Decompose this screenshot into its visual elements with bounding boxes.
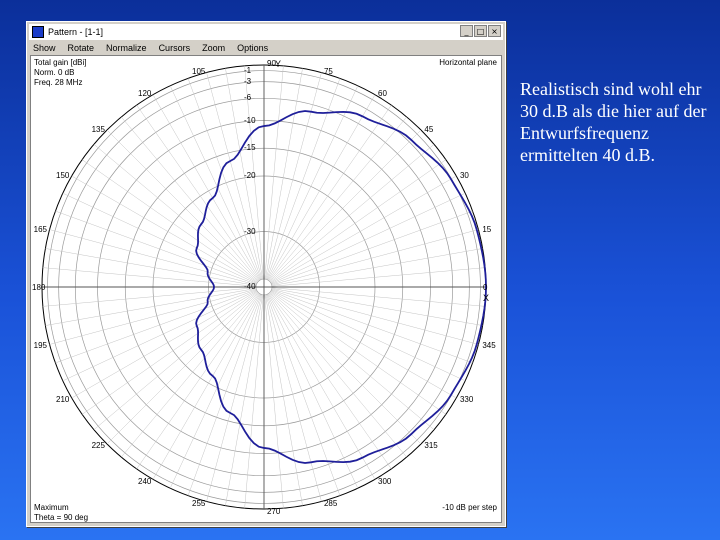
angle-label-180: 180 [32,283,46,292]
grid-spoke [269,292,422,445]
grid-spoke [42,287,257,307]
angle-label-45: 45 [424,124,434,134]
grid-spoke [271,287,486,307]
angle-label-285: 285 [323,499,338,509]
footer-db-step: -10 dB per step [442,503,497,512]
db-label: -10 [244,115,256,125]
info-gain: Total gain [dBi] [34,58,87,67]
angle-label-300: 300 [378,476,392,486]
grid-spoke [267,294,359,489]
window-controls: _ □ × [460,25,501,37]
angle-label-0: 0 [483,283,488,292]
app-icon [32,26,44,38]
pattern-window: Pattern - [1-1] _ □ × Show Rotate Normal… [26,21,506,527]
angle-label-315: 315 [424,441,438,451]
menu-show[interactable]: Show [33,43,56,53]
y-axis-label: Y [275,59,282,69]
grid-spoke [82,159,258,283]
grid-spoke [62,290,257,382]
angle-label-165: 165 [33,225,47,235]
grid-spoke [270,159,446,283]
db-label: -30 [244,226,256,236]
angle-label-120: 120 [138,89,152,98]
angle-label-270: 270 [267,507,281,516]
db-label: -20 [244,171,256,180]
grid-spoke [271,290,466,382]
polar-grid [41,64,487,510]
grid-spoke [271,229,479,286]
grid-spoke [206,294,263,502]
window-title: Pattern - [1-1] [48,27,104,37]
db-label: -3 [244,76,252,86]
angle-label-330: 330 [459,395,474,404]
menu-zoom[interactable]: Zoom [202,43,225,53]
grid-spoke [264,294,284,509]
angle-label-150: 150 [56,171,70,180]
polar-plot-area[interactable]: 90 75 60 45 30 15 0 345 330 315 300 285 270 255 240 225… [30,55,502,523]
grid-spoke [269,129,422,282]
minimize-button[interactable]: _ [460,25,473,37]
angle-label-75: 75 [323,66,333,76]
info-norm: Norm. 0 dB [34,68,75,77]
grid-spoke [265,72,322,280]
grid-spoke [270,291,446,415]
info-freq: Freq. 28 MHz [34,78,83,87]
angle-label-135: 135 [91,124,105,134]
grid-spoke [271,288,479,345]
angle-label-255: 255 [192,499,206,509]
grid-spoke [136,293,260,469]
grid-spoke [169,294,261,489]
angle-label-240: 240 [138,476,152,486]
db-label: -1 [244,65,252,75]
plane-label: Horizontal plane [439,58,497,67]
window-titlebar[interactable]: Pattern - [1-1] _ □ × [29,24,503,40]
close-button[interactable]: × [488,25,501,37]
grid-spoke [42,267,257,287]
grid-spoke [106,129,259,282]
angle-label-345: 345 [482,340,496,350]
grid-spoke [49,288,257,345]
angle-label-105: 105 [192,66,206,76]
menu-bar: Show Rotate Normalize Cursors Zoom Optio… [29,41,503,54]
angle-label-60: 60 [378,89,387,98]
angle-label-195: 195 [33,340,47,350]
db-label: -15 [244,143,256,153]
grid-spoke [271,267,486,287]
grid-spoke [244,294,264,509]
menu-rotate[interactable]: Rotate [68,43,95,53]
grid-spoke [267,85,359,280]
angle-label-15: 15 [482,225,492,235]
grid-spoke [271,192,466,284]
angle-label-210: 210 [56,395,70,404]
x-axis-label: X [483,293,490,303]
grid-spoke [265,294,322,502]
slide-annotation-text: Realistisch sind wohl ehr 30 d.B als die… [520,79,707,165]
menu-cursors[interactable]: Cursors [159,43,191,53]
menu-options[interactable]: Options [237,43,268,53]
db-label: -6 [244,93,252,103]
grid-spoke [268,293,392,469]
grid-spoke [62,192,257,284]
angle-label-30: 30 [459,171,469,180]
footer-maximum: Maximum [34,503,69,512]
menu-normalize[interactable]: Normalize [106,43,147,53]
grid-spoke [268,105,392,281]
grid-spoke [264,65,284,280]
grid-spoke [136,105,260,281]
grid-spoke [49,229,257,286]
footer-theta: Theta = 90 deg [34,513,89,522]
grid-spoke [82,291,258,415]
grid-spoke [106,292,259,445]
maximize-button[interactable]: □ [474,25,487,37]
angle-label-225: 225 [91,441,105,451]
db-label: -40 [244,282,256,291]
